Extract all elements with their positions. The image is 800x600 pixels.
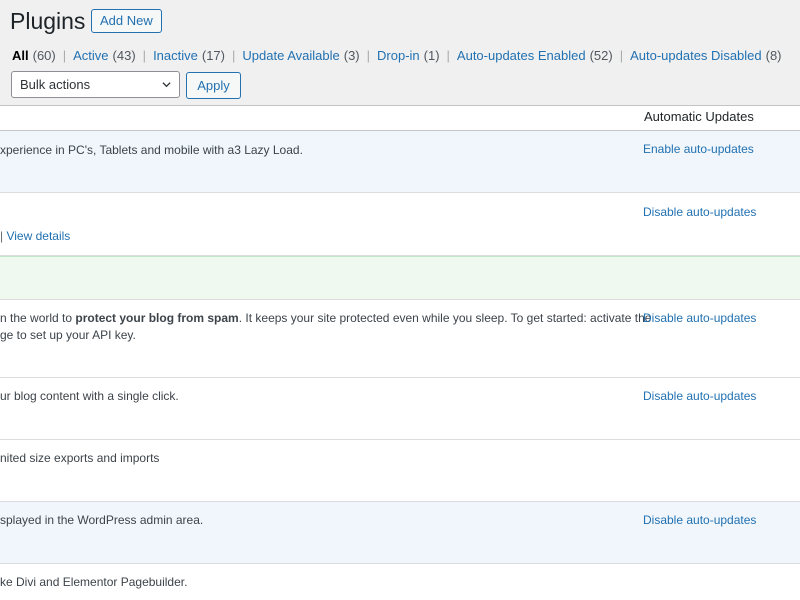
page-header: Plugins Add New All (60) | Active (43) | I…: [0, 0, 800, 106]
filter-auto-updates-enabled[interactable]: Auto-updates Enabled (52): [457, 48, 613, 63]
apply-button[interactable]: Apply: [186, 72, 241, 99]
description-text: n the world to: [0, 311, 76, 325]
table-row: | View details Disable auto-updates: [0, 193, 800, 256]
table-row: xperience in PC's, Tablets and mobile wi…: [0, 131, 800, 193]
filter-separator: |: [366, 48, 371, 63]
filter-auto-updates-enabled-link[interactable]: Auto-updates Enabled: [457, 48, 586, 63]
filter-separator: |: [619, 48, 624, 63]
filter-separator: |: [142, 48, 147, 63]
table-row: nited size exports and imports: [0, 440, 800, 502]
table-row: ur blog content with a single click. Dis…: [0, 378, 800, 440]
plugins-table: Automatic Updates xperience in PC's, Tab…: [0, 105, 800, 600]
filter-auto-updates-disabled-link[interactable]: Auto-updates Disabled: [630, 48, 762, 63]
filter-update-available[interactable]: Update Available (3): [242, 48, 359, 63]
description-bold-text: protect your blog from spam: [75, 311, 239, 325]
filter-separator: |: [62, 48, 67, 63]
filter-inactive-count: (17): [201, 48, 225, 63]
filter-update-available-link[interactable]: Update Available: [242, 48, 339, 63]
filter-drop-in-link[interactable]: Drop-in: [377, 48, 420, 63]
row-actions-separator: |: [0, 229, 4, 243]
filter-active-count: (43): [112, 48, 136, 63]
filter-all[interactable]: All (60): [12, 48, 56, 63]
plugin-description-line2: ge to set up your API key.: [0, 328, 136, 342]
auto-update-toggle-link[interactable]: Disable auto-updates: [643, 513, 756, 527]
update-notice-row: [0, 256, 800, 300]
bulk-actions-selected: Bulk actions: [20, 77, 91, 92]
filter-auto-updates-enabled-count: (52): [589, 48, 613, 63]
auto-update-toggle-link[interactable]: Disable auto-updates: [643, 311, 756, 325]
description-text: . It keeps your site protected even whil…: [238, 311, 652, 325]
plugin-description: xperience in PC's, Tablets and mobile wi…: [0, 142, 303, 159]
filter-all-link[interactable]: All: [12, 48, 29, 63]
auto-update-toggle-link[interactable]: Disable auto-updates: [643, 389, 756, 403]
page-title: Plugins: [10, 8, 86, 34]
status-filter-links: All (60) | Active (43) | Inactive (17) | Up…: [12, 48, 782, 63]
table-row: n the world to protect your blog from sp…: [0, 300, 800, 378]
auto-update-toggle-link[interactable]: Enable auto-updates: [643, 142, 754, 156]
table-row: splayed in the WordPress admin area. Dis…: [0, 502, 800, 564]
plugin-description: ke Divi and Elementor Pagebuilder.: [0, 575, 188, 589]
bulk-actions-select[interactable]: Bulk actions: [11, 71, 180, 98]
plugin-description: splayed in the WordPress admin area.: [0, 513, 204, 527]
update-notice-stripe: [0, 256, 800, 299]
filter-auto-updates-disabled[interactable]: Auto-updates Disabled (8): [630, 48, 781, 63]
filter-separator: |: [446, 48, 450, 63]
filter-drop-in-count: (1): [423, 48, 440, 63]
column-header-automatic-updates: Automatic Updates: [644, 109, 754, 124]
chevron-down-icon: [162, 82, 171, 88]
plugin-row-actions: | View details: [0, 229, 70, 243]
add-new-button[interactable]: Add New: [91, 9, 162, 33]
view-details-link[interactable]: View details: [6, 229, 70, 243]
plugin-description: nited size exports and imports: [0, 451, 160, 465]
filter-separator: |: [232, 48, 236, 63]
filter-inactive-link[interactable]: Inactive: [153, 48, 198, 63]
filter-active[interactable]: Active (43): [73, 48, 136, 63]
filter-drop-in[interactable]: Drop-in (1): [377, 48, 440, 63]
description-text: xperience in PC's, Tablets and mobile wi…: [0, 143, 303, 157]
plugin-description: n the world to protect your blog from sp…: [0, 310, 651, 327]
auto-update-toggle-link[interactable]: Disable auto-updates: [643, 205, 756, 219]
table-row: ke Divi and Elementor Pagebuilder.: [0, 564, 800, 600]
filter-auto-updates-disabled-count: (8): [765, 48, 782, 63]
filter-inactive[interactable]: Inactive (17): [153, 48, 225, 63]
filter-update-available-count: (3): [343, 48, 360, 63]
table-header: Automatic Updates: [0, 106, 800, 131]
filter-active-link[interactable]: Active: [73, 48, 108, 63]
filter-all-count: (60): [32, 48, 56, 63]
plugin-description: ur blog content with a single click.: [0, 389, 179, 403]
